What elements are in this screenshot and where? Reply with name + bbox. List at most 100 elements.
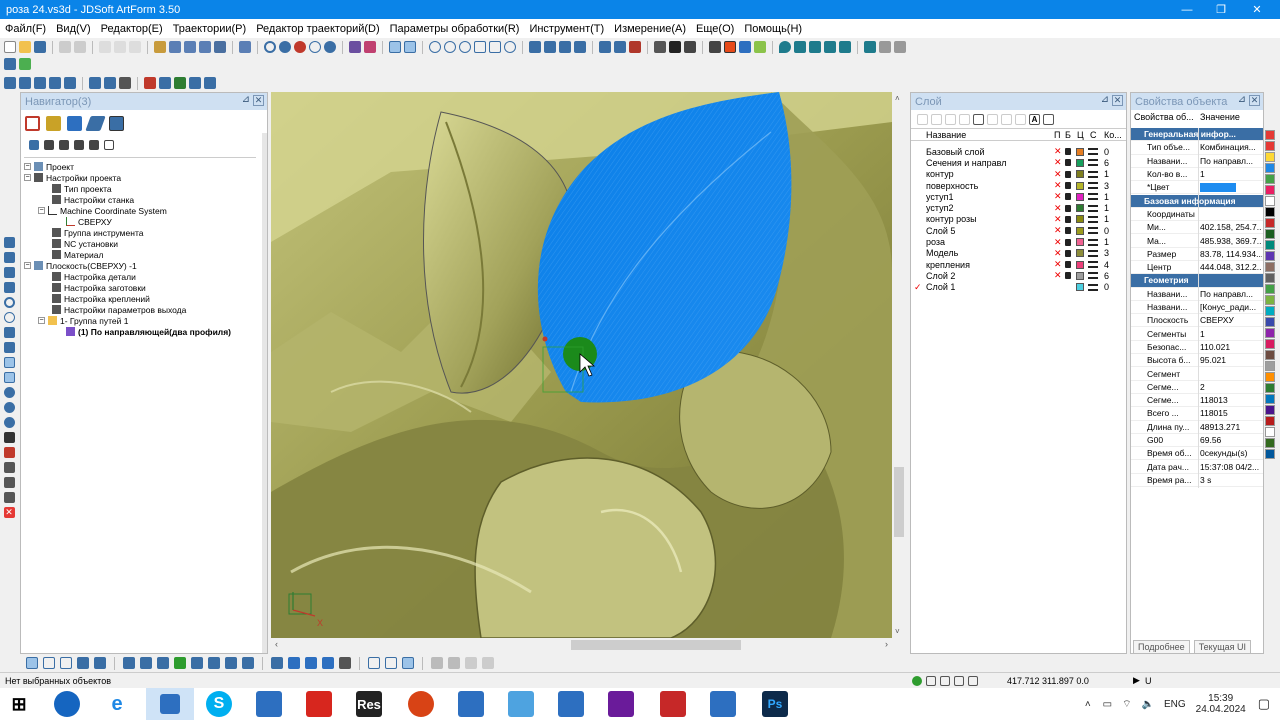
visibility-icon[interactable]: ✕ — [1054, 270, 1062, 281]
undo-icon[interactable] — [59, 41, 71, 53]
bt-icon-20[interactable] — [385, 657, 397, 669]
layer-color-swatch[interactable] — [1076, 260, 1084, 269]
snap2-icon[interactable] — [3, 372, 15, 383]
line-style-icon[interactable] — [1088, 227, 1098, 235]
menu-toolpaths[interactable]: Траектории(P) — [168, 23, 252, 35]
new-file-icon[interactable] — [4, 41, 16, 53]
property-row[interactable]: Сегме... 118013 — [1131, 394, 1263, 408]
layer-row[interactable]: ✓ Слой 1 0 — [911, 282, 1126, 293]
visibility-icon[interactable]: ✕ — [1054, 259, 1062, 270]
bt-icon-6[interactable] — [123, 657, 135, 669]
tp-icon-12[interactable] — [189, 77, 201, 89]
visibility-icon[interactable]: ✕ — [1054, 191, 1062, 202]
copy-icon[interactable] — [114, 41, 126, 53]
line-style-icon[interactable] — [1088, 215, 1098, 223]
menu-tool[interactable]: Инструмент(T) — [524, 23, 609, 35]
palette-color-swatch[interactable] — [1265, 196, 1275, 206]
ie-icon[interactable]: e — [104, 691, 130, 717]
palette-color-swatch[interactable] — [1265, 251, 1275, 261]
line-style-icon[interactable] — [1088, 159, 1098, 167]
palette-color-swatch[interactable] — [1265, 449, 1275, 459]
tp-icon-5[interactable] — [64, 77, 76, 89]
line-style-icon[interactable] — [654, 41, 666, 53]
palette-color-swatch[interactable] — [1265, 350, 1275, 360]
status-cross-icon[interactable] — [954, 675, 964, 686]
bt-icon-12[interactable] — [225, 657, 237, 669]
pen-icon[interactable] — [629, 41, 641, 53]
property-row[interactable]: Кол-во в... 1 — [1131, 168, 1263, 182]
lock-icon[interactable] — [1065, 261, 1071, 269]
layer-icon[interactable] — [349, 41, 361, 53]
palette-color-swatch[interactable] — [1265, 328, 1275, 338]
close-icon[interactable]: ✕ — [1249, 95, 1260, 106]
menu-view[interactable]: Вид(V) — [51, 23, 96, 35]
close-icon[interactable]: ✕ — [253, 95, 264, 106]
save-icon[interactable] — [34, 41, 46, 53]
text-a-icon[interactable]: A — [1029, 113, 1040, 125]
visibility-icon[interactable]: ✕ — [1054, 180, 1062, 191]
palette-color-swatch[interactable] — [1265, 163, 1275, 173]
line-style-icon[interactable] — [1088, 182, 1098, 190]
property-row[interactable]: Дата рач... 15:37:08 04/2... — [1131, 461, 1263, 474]
layer-color-swatch[interactable] — [1076, 158, 1084, 167]
property-row[interactable]: Высота б... 95.021 — [1131, 354, 1263, 368]
draw-circle-icon[interactable] — [3, 297, 15, 308]
pan-icon[interactable] — [529, 41, 541, 53]
lock-icon[interactable] — [1065, 159, 1071, 167]
palette-color-swatch[interactable] — [1265, 306, 1275, 316]
current-ui-button[interactable]: Текущая UI — [1193, 640, 1252, 654]
zoom-out-icon[interactable] — [459, 41, 471, 53]
layer-color-swatch[interactable] — [1076, 181, 1084, 190]
edit-icon[interactable] — [3, 462, 15, 473]
render-icon[interactable] — [294, 41, 306, 53]
line-style-icon[interactable] — [1088, 272, 1098, 280]
layer-tool-10-icon[interactable] — [1043, 113, 1054, 125]
property-row[interactable]: Сегменты 1 — [1131, 328, 1263, 341]
layer-tool-8-icon[interactable] — [1015, 113, 1026, 125]
trim-icon[interactable] — [3, 432, 15, 443]
layer-row[interactable]: Модель ✕ 3 — [911, 248, 1126, 259]
rect-select-icon[interactable] — [43, 657, 55, 669]
draw-curve-icon[interactable] — [3, 342, 15, 353]
tree-node-material[interactable]: Материал — [52, 249, 103, 260]
move-up-icon[interactable] — [945, 113, 956, 125]
bt-icon-18[interactable] — [339, 657, 351, 669]
layer-color-swatch[interactable] — [1076, 249, 1084, 258]
edge-icon[interactable] — [54, 691, 80, 717]
tp-icon-7[interactable] — [104, 77, 116, 89]
orbit-icon[interactable] — [559, 41, 571, 53]
lock-icon[interactable] — [1065, 215, 1071, 223]
trim2-icon[interactable] — [3, 447, 15, 458]
select-icon[interactable] — [389, 41, 401, 53]
tree-node-toolpath[interactable]: (1) По направляющей(два профиля) — [66, 326, 231, 337]
visibility-icon[interactable]: ✕ — [1054, 237, 1062, 248]
tree-node-project[interactable]: − Проект — [24, 161, 74, 172]
layer-tool-6-icon[interactable] — [987, 113, 998, 125]
move-down-icon[interactable] — [959, 113, 970, 125]
app-icon-7[interactable] — [608, 691, 634, 717]
palette-color-swatch[interactable] — [1265, 394, 1275, 404]
delete-layer-icon[interactable] — [931, 113, 942, 125]
tree-node-machine-settings[interactable]: Настройки станка — [52, 194, 134, 205]
nav-tool-1-icon[interactable] — [29, 140, 39, 150]
tray-clock[interactable]: 15:39 24.04.2024 — [1196, 693, 1246, 715]
property-row[interactable]: Безопас... 110.021 — [1131, 341, 1263, 355]
draw-spline-icon[interactable] — [3, 267, 15, 278]
lock-icon[interactable] — [1065, 227, 1071, 235]
snap-icon[interactable] — [3, 357, 15, 368]
draw-polyline-icon[interactable] — [3, 252, 15, 263]
pin-icon[interactable]: ⊿ — [242, 94, 250, 105]
zoom-window-icon[interactable] — [474, 41, 486, 53]
palette-color-swatch[interactable] — [1265, 295, 1275, 305]
col-c[interactable]: Ц — [1077, 130, 1084, 140]
nav-tool-6-icon[interactable] — [104, 140, 114, 150]
app-icon-1[interactable] — [256, 691, 282, 717]
palette-color-swatch[interactable] — [1265, 427, 1275, 437]
view-iso-icon[interactable] — [214, 41, 226, 53]
layer-color-swatch[interactable] — [1076, 238, 1084, 247]
pin-icon[interactable]: ⊿ — [1238, 94, 1246, 105]
axis-icon[interactable] — [239, 41, 251, 53]
windows-start-icon[interactable]: ⊞ — [6, 691, 32, 717]
layer-color-swatch[interactable] — [1076, 271, 1084, 280]
bt-icon-14[interactable] — [271, 657, 283, 669]
